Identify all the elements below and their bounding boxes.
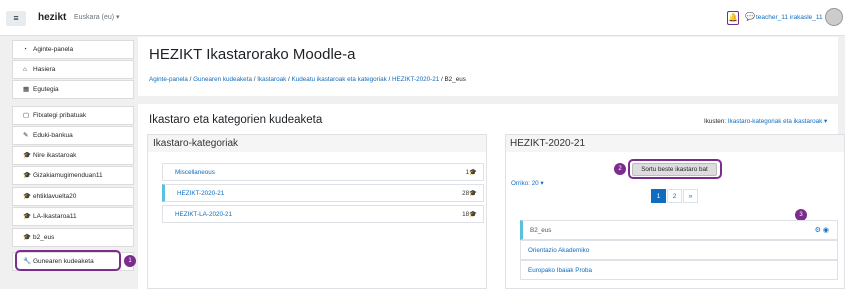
category-count: 1🎓 [466, 164, 477, 181]
sidebar-item-calendar[interactable]: ▦ Egutegia [12, 80, 134, 99]
breadcrumb-item[interactable]: Gunearen kudeaketa [193, 76, 252, 83]
breadcrumb-item[interactable]: HEZIKT-2020-21 [392, 76, 439, 83]
graduation-cap-icon: 🎓 [469, 169, 477, 176]
course-row[interactable]: Europako Ibaiak Proba [520, 260, 838, 280]
graduation-cap-icon: 🎓 [469, 211, 477, 218]
breadcrumb-item[interactable]: Ikastaroak [257, 76, 286, 83]
courses-header: HEZIKT-2020-21 [506, 135, 844, 152]
breadcrumb: Aginte-panela / Gunearen kudeaketa / Ika… [149, 76, 466, 83]
user-menu[interactable]: teacher_11 irakasle_11 [756, 14, 823, 21]
next-page-button[interactable]: » [683, 189, 698, 203]
breadcrumb-current: B2_eus [444, 76, 466, 83]
page-button-1[interactable]: 1 [651, 189, 666, 203]
highlight-box [15, 250, 121, 271]
course-link[interactable]: Orientazio Akademiko [528, 247, 589, 254]
new-course-button[interactable]: Sortu beste ikastaro bat [632, 163, 717, 176]
sidebar-item-course[interactable]: 🎓 LA-Ikastaroa11 [12, 207, 134, 226]
view-selector[interactable]: Ikusten: Ikastaro-kategoriak eta ikastar… [704, 118, 827, 125]
file-icon: ▢ [23, 112, 30, 119]
graduation-cap-icon: 🎓 [469, 190, 477, 197]
category-link[interactable]: HEZIKT-2020-21 [177, 190, 224, 197]
hamburger-icon[interactable]: ≡ [6, 11, 26, 26]
avatar[interactable] [825, 8, 843, 26]
category-row[interactable]: HEZIKT-2020-21 28🎓 [162, 184, 484, 202]
page-button-2[interactable]: 2 [667, 189, 682, 203]
category-row[interactable]: HEZIKT-LA-2020-21 18🎓 [162, 205, 484, 223]
sidebar-item-home[interactable]: ⌂ Hasiera [12, 60, 134, 79]
per-page-selector[interactable]: Orriko: 20 ▾ [511, 180, 544, 187]
eye-slash-icon[interactable]: ◉ [823, 227, 829, 234]
graduation-cap-icon: 🎓 [23, 172, 32, 179]
course-link[interactable]: Europako Ibaiak Proba [528, 267, 592, 274]
sidebar-item-course[interactable]: 🎓 b2_eus [12, 228, 134, 247]
category-link[interactable]: HEZIKT-LA-2020-21 [175, 211, 232, 218]
tachometer-icon: ◔ [23, 46, 27, 53]
view-selector-value[interactable]: Ikastaro-kategoriak eta ikastaroak ▾ [728, 118, 827, 125]
bell-icon[interactable]: 🔔 [727, 11, 739, 25]
gear-icon[interactable]: ⚙ [815, 227, 821, 234]
sidebar-item-course[interactable]: 🎓 ehtiklavuelta20 [12, 187, 134, 206]
course-actions: ⚙ ◉ [815, 221, 829, 240]
sidebar-item-my-courses[interactable]: 🎓 Nire ikastaroak [12, 146, 134, 165]
sidebar-item-course[interactable]: 🎓 Gizakiamugimenduan11 [12, 166, 134, 185]
course-row[interactable]: B2_eus ⚙ ◉ [520, 220, 838, 240]
language-menu[interactable]: Euskara (eu) ▾ [74, 13, 120, 21]
category-count: 18🎓 [462, 206, 477, 223]
categories-header: Ikastaro-kategoriak [148, 135, 486, 152]
graduation-cap-icon: 🎓 [23, 213, 32, 220]
graduation-cap-icon: 🎓 [23, 152, 32, 159]
sidebar-item-content-bank[interactable]: ✎ Eduki-bankua [12, 126, 134, 145]
graduation-cap-icon: 🎓 [23, 234, 32, 241]
graduation-cap-icon: 🎓 [23, 193, 32, 200]
calendar-icon: ▦ [23, 86, 30, 93]
home-icon: ⌂ [23, 66, 27, 73]
chat-icon[interactable]: 💬 [745, 12, 755, 21]
step-badge: 1 [124, 255, 136, 267]
breadcrumb-item[interactable]: Aginte-panela [149, 76, 188, 83]
top-navbar [0, 0, 845, 36]
management-title: Ikastaro eta kategorien kudeaketa [149, 114, 323, 126]
breadcrumb-item[interactable]: Kudeatu ikastaroak eta kategoriak [292, 76, 387, 83]
category-count: 28🎓 [462, 185, 477, 202]
page-title: HEZIKT Ikastarorako Moodle-a [149, 46, 356, 63]
course-row[interactable]: Orientazio Akademiko [520, 240, 838, 260]
sidebar-item-dashboard[interactable]: ◔ Aginte-panela [12, 40, 134, 59]
step-badge: 2 [614, 163, 626, 175]
site-brand[interactable]: hezikt [38, 12, 66, 23]
sidebar-item-private-files[interactable]: ▢ Fitxategi pribatuak [12, 106, 134, 125]
pencil-icon: ✎ [23, 132, 29, 139]
course-link[interactable]: B2_eus [530, 227, 551, 234]
category-link[interactable]: Miscellaneous [175, 169, 215, 176]
category-row[interactable]: Miscellaneous 1🎓 [162, 163, 484, 181]
